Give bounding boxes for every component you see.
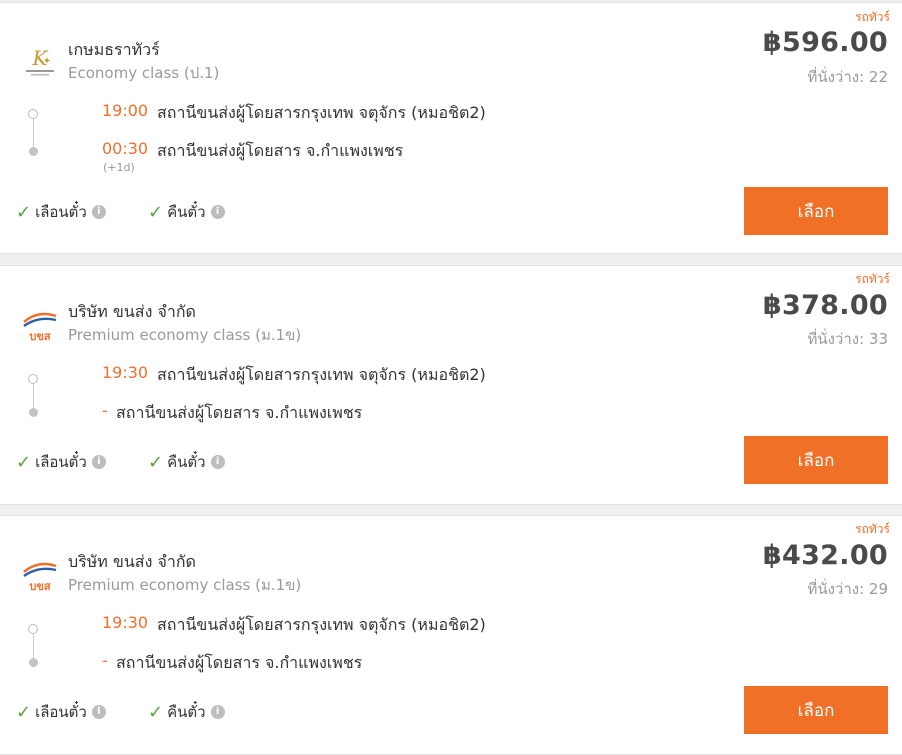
feature-label: เลือนตั๋ว (35, 453, 87, 471)
origin-dot (28, 624, 38, 634)
depart-station: สถานีขนส่งผู้โดยสารกรุงเทพ จตุจักร (หมอช… (157, 615, 486, 634)
select-button[interactable]: เลือก (744, 187, 888, 235)
select-button[interactable]: เลือก (744, 436, 888, 484)
operator-name: บริษัท ขนส่ง จำกัด (68, 552, 196, 571)
bks-logo: บขส (20, 308, 60, 348)
check-icon: ✓ (148, 451, 164, 473)
day-offset: (+1d) (103, 161, 135, 174)
depart-time: 19:30 (102, 363, 149, 382)
seats-available: ที่นั่งว่าง: 33 (807, 330, 888, 348)
depart-time: 19:00 (102, 101, 149, 120)
info-icon[interactable]: i (91, 705, 106, 719)
feature-label: เลือนตั๋ว (35, 703, 87, 721)
route-line (33, 384, 34, 410)
trip-card: รถทัวร์ บขส บริษัท ขนส่ง จำกัด Premium e… (0, 515, 902, 755)
check-icon: ✓ (16, 701, 32, 723)
arrive-station: สถานีขนส่งผู้โดยสาร จ.กำแพงเพชร (116, 653, 363, 672)
arrive-station: สถานีขนส่งผู้โดยสาร จ.กำแพงเพชร (157, 141, 404, 160)
destination-dot (29, 658, 38, 667)
svg-text:บขส: บขส (29, 580, 51, 593)
seat-select-feature: ✓ เลือนตั๋ว i (16, 200, 106, 224)
arrive-time: - (102, 651, 108, 670)
destination-dot (29, 408, 38, 417)
seats-available: ที่นั่งว่าง: 22 (807, 68, 888, 86)
arrive-time: - (102, 401, 108, 420)
info-icon[interactable]: i (210, 205, 225, 219)
svg-text:✦: ✦ (43, 56, 51, 67)
depart-station: สถานีขนส่งผู้โดยสารกรุงเทพ จตุจักร (หมอช… (157, 365, 486, 384)
seat-select-feature: ✓ เลือนตั๋ว i (16, 700, 106, 724)
trip-card: รถทัวร์ K ✦ เกษมธราทัวร์ Economy class (… (0, 2, 902, 254)
origin-dot (28, 109, 38, 119)
check-icon: ✓ (148, 701, 164, 723)
feature-label: เลือนตั๋ว (35, 203, 87, 221)
info-icon[interactable]: i (91, 205, 106, 219)
check-icon: ✓ (148, 201, 164, 223)
bus-class: Premium economy class (ม.1ข) (68, 326, 302, 344)
operator-name: บริษัท ขนส่ง จำกัด (68, 302, 196, 321)
trip-card: รถทัวร์ บขส บริษัท ขนส่ง จำกัด Premium e… (0, 265, 902, 505)
info-icon[interactable]: i (91, 455, 106, 469)
info-icon[interactable]: i (210, 705, 225, 719)
destination-dot (29, 147, 38, 156)
refund-feature: ✓ คืนตั๋ว i (148, 200, 225, 224)
info-icon[interactable]: i (210, 455, 225, 469)
refund-feature: ✓ คืนตั๋ว i (148, 700, 225, 724)
refund-feature: ✓ คืนตั๋ว i (148, 450, 225, 474)
operator-name: เกษมธราทัวร์ (68, 40, 160, 59)
depart-station: สถานีขนส่งผู้โดยสารกรุงเทพ จตุจักร (หมอช… (157, 103, 486, 122)
route-line (33, 634, 34, 660)
check-icon: ✓ (16, 201, 32, 223)
feature-label: คืนตั๋ว (167, 453, 206, 471)
bus-type-tag: รถทัวร์ (855, 272, 890, 286)
route-timeline (28, 374, 40, 424)
bks-logo: บขส (20, 558, 60, 598)
route-timeline (28, 624, 40, 674)
bus-type-tag: รถทัวร์ (855, 522, 890, 536)
bus-class: Economy class (ป.1) (68, 64, 220, 82)
check-icon: ✓ (16, 451, 32, 473)
bus-class: Premium economy class (ม.1ข) (68, 576, 302, 594)
price: ฿378.00 (762, 290, 888, 321)
feature-label: คืนตั๋ว (167, 203, 206, 221)
origin-dot (28, 374, 38, 384)
kasemthara-logo: K ✦ (20, 41, 60, 81)
bus-type-tag: รถทัวร์ (855, 10, 890, 24)
seat-select-feature: ✓ เลือนตั๋ว i (16, 450, 106, 474)
price: ฿596.00 (762, 27, 888, 58)
feature-label: คืนตั๋ว (167, 703, 206, 721)
select-button[interactable]: เลือก (744, 686, 888, 734)
route-timeline (28, 109, 40, 159)
arrive-time: 00:30 (102, 139, 149, 158)
svg-text:บขส: บขส (29, 330, 51, 343)
depart-time: 19:30 (102, 613, 149, 632)
arrive-station: สถานีขนส่งผู้โดยสาร จ.กำแพงเพชร (116, 403, 363, 422)
price: ฿432.00 (762, 540, 888, 571)
seats-available: ที่นั่งว่าง: 29 (807, 580, 888, 598)
